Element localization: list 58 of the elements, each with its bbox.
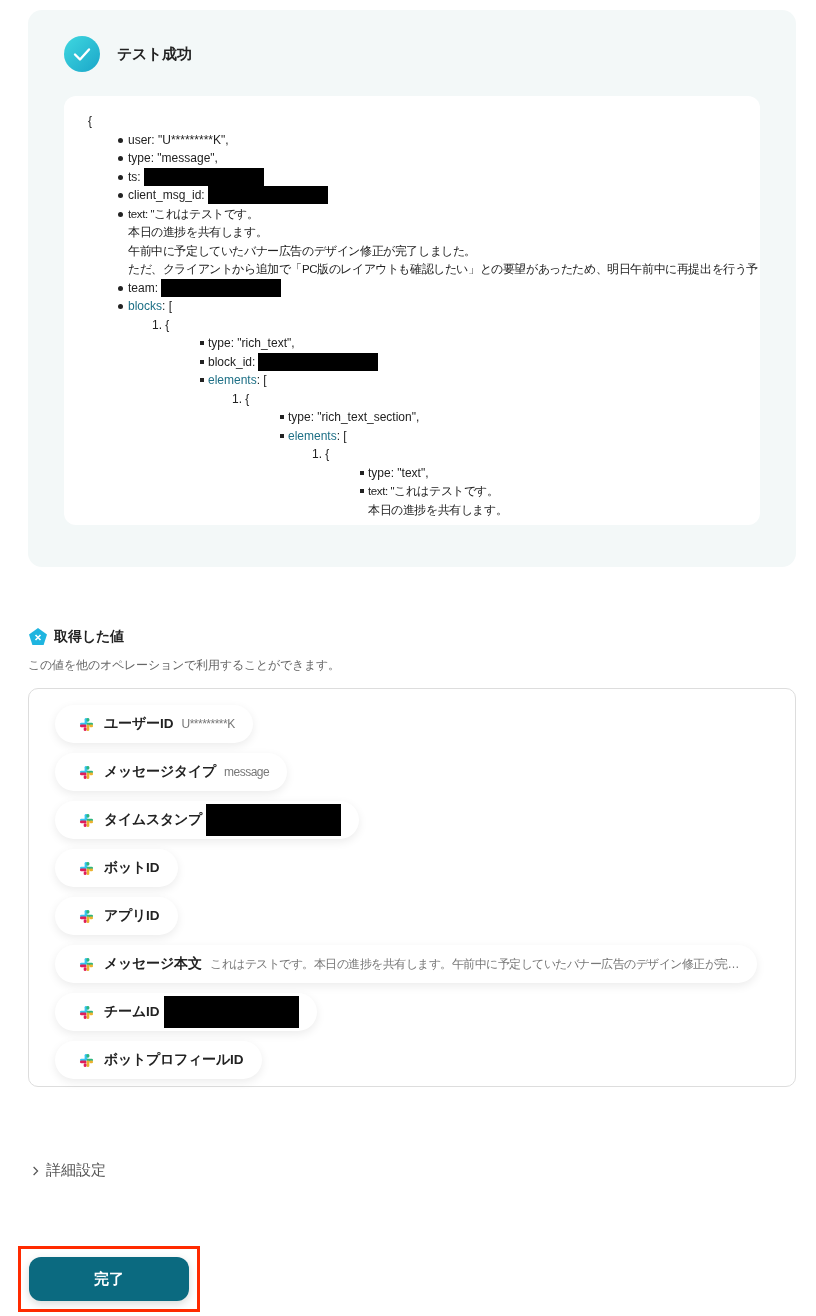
code-text: ts: bbox=[128, 168, 141, 186]
code-text: user: "U*********K", bbox=[128, 131, 229, 149]
slack-icon bbox=[79, 908, 94, 924]
pentagon-icon bbox=[28, 627, 48, 647]
slack-icon bbox=[79, 812, 94, 828]
value-chip[interactable]: メッセージタイプ message bbox=[55, 753, 288, 791]
code-text: 1. { bbox=[232, 390, 250, 408]
code-text: text: "これはテストです。 本日の進捗を共有します。 bbox=[368, 484, 508, 518]
slack-icon bbox=[79, 1052, 94, 1068]
slack-icon bbox=[79, 1004, 94, 1020]
value-chip[interactable]: ユーザーID U*********K bbox=[55, 705, 253, 743]
code-text: block_id: bbox=[208, 353, 256, 371]
bullet-icon bbox=[118, 156, 123, 161]
value-chip[interactable]: チームID bbox=[55, 993, 317, 1031]
bullet-icon bbox=[200, 359, 204, 364]
bullet-icon bbox=[360, 489, 364, 493]
code-text: 1. { bbox=[312, 446, 330, 463]
bullet-icon bbox=[200, 341, 204, 345]
bullet-icon bbox=[280, 433, 284, 438]
code-key-link[interactable]: elements bbox=[288, 426, 337, 445]
code-text: : [ bbox=[336, 427, 347, 445]
bullet-icon bbox=[118, 304, 123, 309]
code-text: client_msg_id: bbox=[128, 187, 205, 204]
bullet-icon bbox=[118, 193, 123, 198]
check-icon bbox=[64, 36, 100, 72]
bullet-icon bbox=[118, 211, 123, 217]
code-key-link[interactable]: elements bbox=[208, 371, 257, 390]
value-chip[interactable]: ボットプロフィールID bbox=[55, 1041, 262, 1079]
bullet-icon bbox=[118, 137, 123, 143]
code-text: : [ bbox=[256, 372, 267, 389]
bullet-icon bbox=[200, 378, 204, 382]
bullet-icon bbox=[118, 174, 123, 180]
value-chip[interactable]: ボットID bbox=[55, 849, 178, 887]
code-text: { bbox=[88, 113, 92, 130]
advanced-settings-toggle[interactable]: 詳細設定 bbox=[32, 1161, 106, 1180]
slack-icon bbox=[79, 956, 94, 972]
code-text: : [ bbox=[162, 298, 173, 315]
result-title: テスト成功 bbox=[117, 44, 192, 64]
code-text: 1. { bbox=[152, 316, 170, 334]
code-text: type: "rich_text", bbox=[208, 335, 295, 352]
code-text: team: bbox=[128, 279, 158, 297]
code-text: type: "message", bbox=[128, 150, 218, 167]
code-text: type: "text", bbox=[368, 464, 429, 482]
code-text: type: "rich_text_section", bbox=[288, 409, 420, 426]
slack-icon bbox=[79, 860, 94, 876]
slack-icon bbox=[79, 716, 94, 732]
section-title: 取得した値 bbox=[54, 628, 124, 646]
section-description: この値を他のオペレーションで利用することができます。 bbox=[28, 657, 341, 674]
value-chip[interactable]: タイムスタンプ bbox=[55, 801, 359, 839]
bullet-icon bbox=[118, 285, 123, 291]
bullet-icon bbox=[280, 415, 284, 419]
done-button[interactable]: 完了 bbox=[29, 1257, 189, 1301]
bullet-icon bbox=[360, 470, 364, 475]
slack-icon bbox=[79, 764, 94, 780]
code-text: text: "これはテストです。 本日の進捗を共有します。 午前中に予定していたバナー広告のデザイン修正が完了しました。 ただ、クライアントから追加で「PC版のレイアウトも確認したい」との要望があったため、明日午前中に再提出を行う予 bbox=[128, 206, 758, 277]
value-chip[interactable]: アプリID bbox=[55, 897, 178, 935]
code-key-link[interactable]: blocks bbox=[128, 297, 162, 316]
value-chip[interactable]: メッセージ本文 これはテストです。本日の進捗を共有します。午前中に予定していたバナー広告のデザイン修正が完… bbox=[55, 945, 757, 983]
